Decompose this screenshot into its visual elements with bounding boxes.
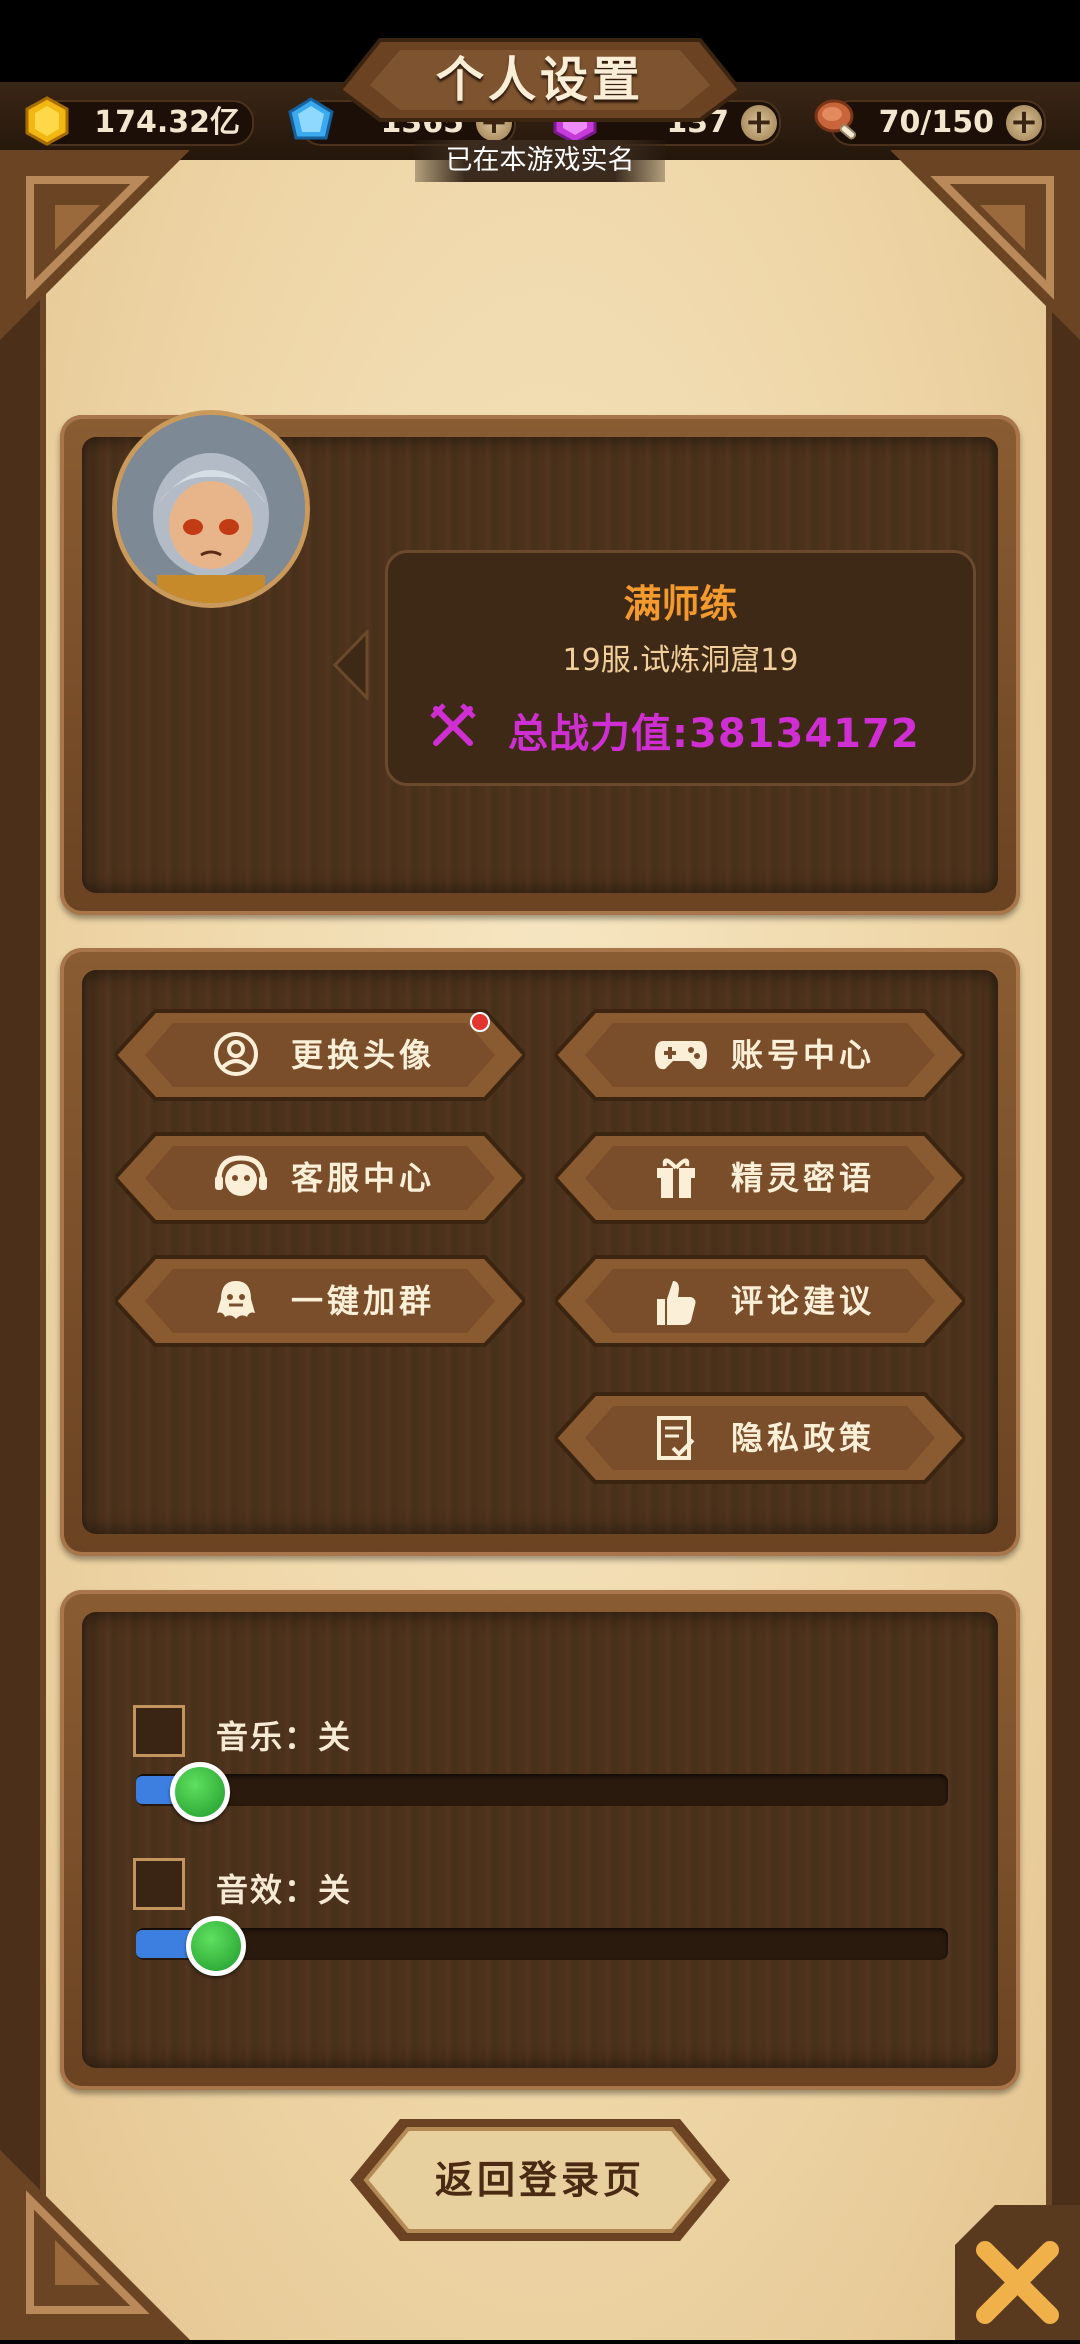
gold-coin-icon [25, 96, 69, 146]
back-to-login-button[interactable]: 返回登录页 [350, 2115, 730, 2245]
arrow-left-icon [333, 630, 369, 700]
join-group-button[interactable]: 一键加群 [115, 1253, 525, 1349]
thumbs-up-icon [657, 1281, 696, 1325]
sound-effects-slider-knob[interactable] [186, 1916, 246, 1976]
user-circle-icon [214, 1032, 258, 1076]
gamepad-icon [655, 1041, 707, 1070]
document-check-icon [657, 1416, 695, 1460]
close-button[interactable] [955, 2205, 1080, 2340]
customer-service-label: 客服中心 [291, 1159, 436, 1197]
music-label: 音乐：关 [216, 1718, 353, 1756]
diamond-icon [288, 97, 334, 140]
stamina-value: 70/150 [878, 105, 994, 140]
profile-info: 满师练 19服.试炼洞窟19 总战力值:38134172 [385, 550, 976, 786]
ghost-icon [217, 1281, 255, 1319]
add-crystal-button[interactable]: + [741, 105, 777, 141]
corner-ornament-top-right [890, 150, 1080, 340]
feedback-label: 评论建议 [731, 1282, 876, 1320]
change-avatar-label: 更换头像 [291, 1036, 436, 1074]
page-title: 个人设置 [435, 52, 644, 108]
account-center-label: 账号中心 [731, 1036, 876, 1074]
crossed-swords-icon [430, 703, 476, 746]
total-power: 总战力值:38134172 [508, 711, 920, 757]
add-stamina-button[interactable]: + [1006, 105, 1042, 141]
music-slider[interactable] [136, 1774, 948, 1806]
notification-dot [470, 1012, 490, 1032]
player-server: 19服.试炼洞窟19 [562, 643, 799, 678]
customer-service-button[interactable]: 客服中心 [115, 1130, 525, 1226]
privacy-policy-label: 隐私政策 [731, 1419, 876, 1457]
avatar-portrait-icon [117, 415, 305, 603]
sound-effects-slider[interactable] [136, 1928, 948, 1960]
player-name: 满师练 [623, 582, 738, 626]
verified-badge: 已在本游戏实名 [415, 140, 665, 182]
gold-value: 174.32亿 [94, 105, 240, 140]
music-checkbox[interactable] [133, 1705, 185, 1757]
sound-effects-label: 音效：关 [216, 1871, 353, 1909]
sound-effects-checkbox[interactable] [133, 1858, 185, 1910]
spirit-code-label: 精灵密语 [731, 1159, 876, 1197]
account-center-button[interactable]: 账号中心 [555, 1007, 965, 1103]
join-group-label: 一键加群 [291, 1282, 436, 1320]
meat-icon [814, 99, 857, 140]
corner-ornament-bottom-left [0, 2150, 190, 2340]
headset-icon [215, 1155, 267, 1196]
spirit-code-button[interactable]: 精灵密语 [555, 1130, 965, 1226]
corner-ornament-top-left [0, 150, 190, 340]
change-avatar-button[interactable]: 更换头像 [115, 1007, 525, 1103]
close-icon [955, 2205, 1080, 2340]
privacy-policy-button[interactable]: 隐私政策 [555, 1390, 965, 1486]
back-to-login-label: 返回登录页 [434, 2158, 645, 2202]
avatar[interactable] [112, 410, 310, 608]
sound-settings-inner [82, 1612, 998, 2068]
sound-settings-card [60, 1590, 1020, 2090]
gift-icon [657, 1158, 695, 1198]
music-slider-knob[interactable] [170, 1762, 230, 1822]
feedback-button[interactable]: 评论建议 [555, 1253, 965, 1349]
